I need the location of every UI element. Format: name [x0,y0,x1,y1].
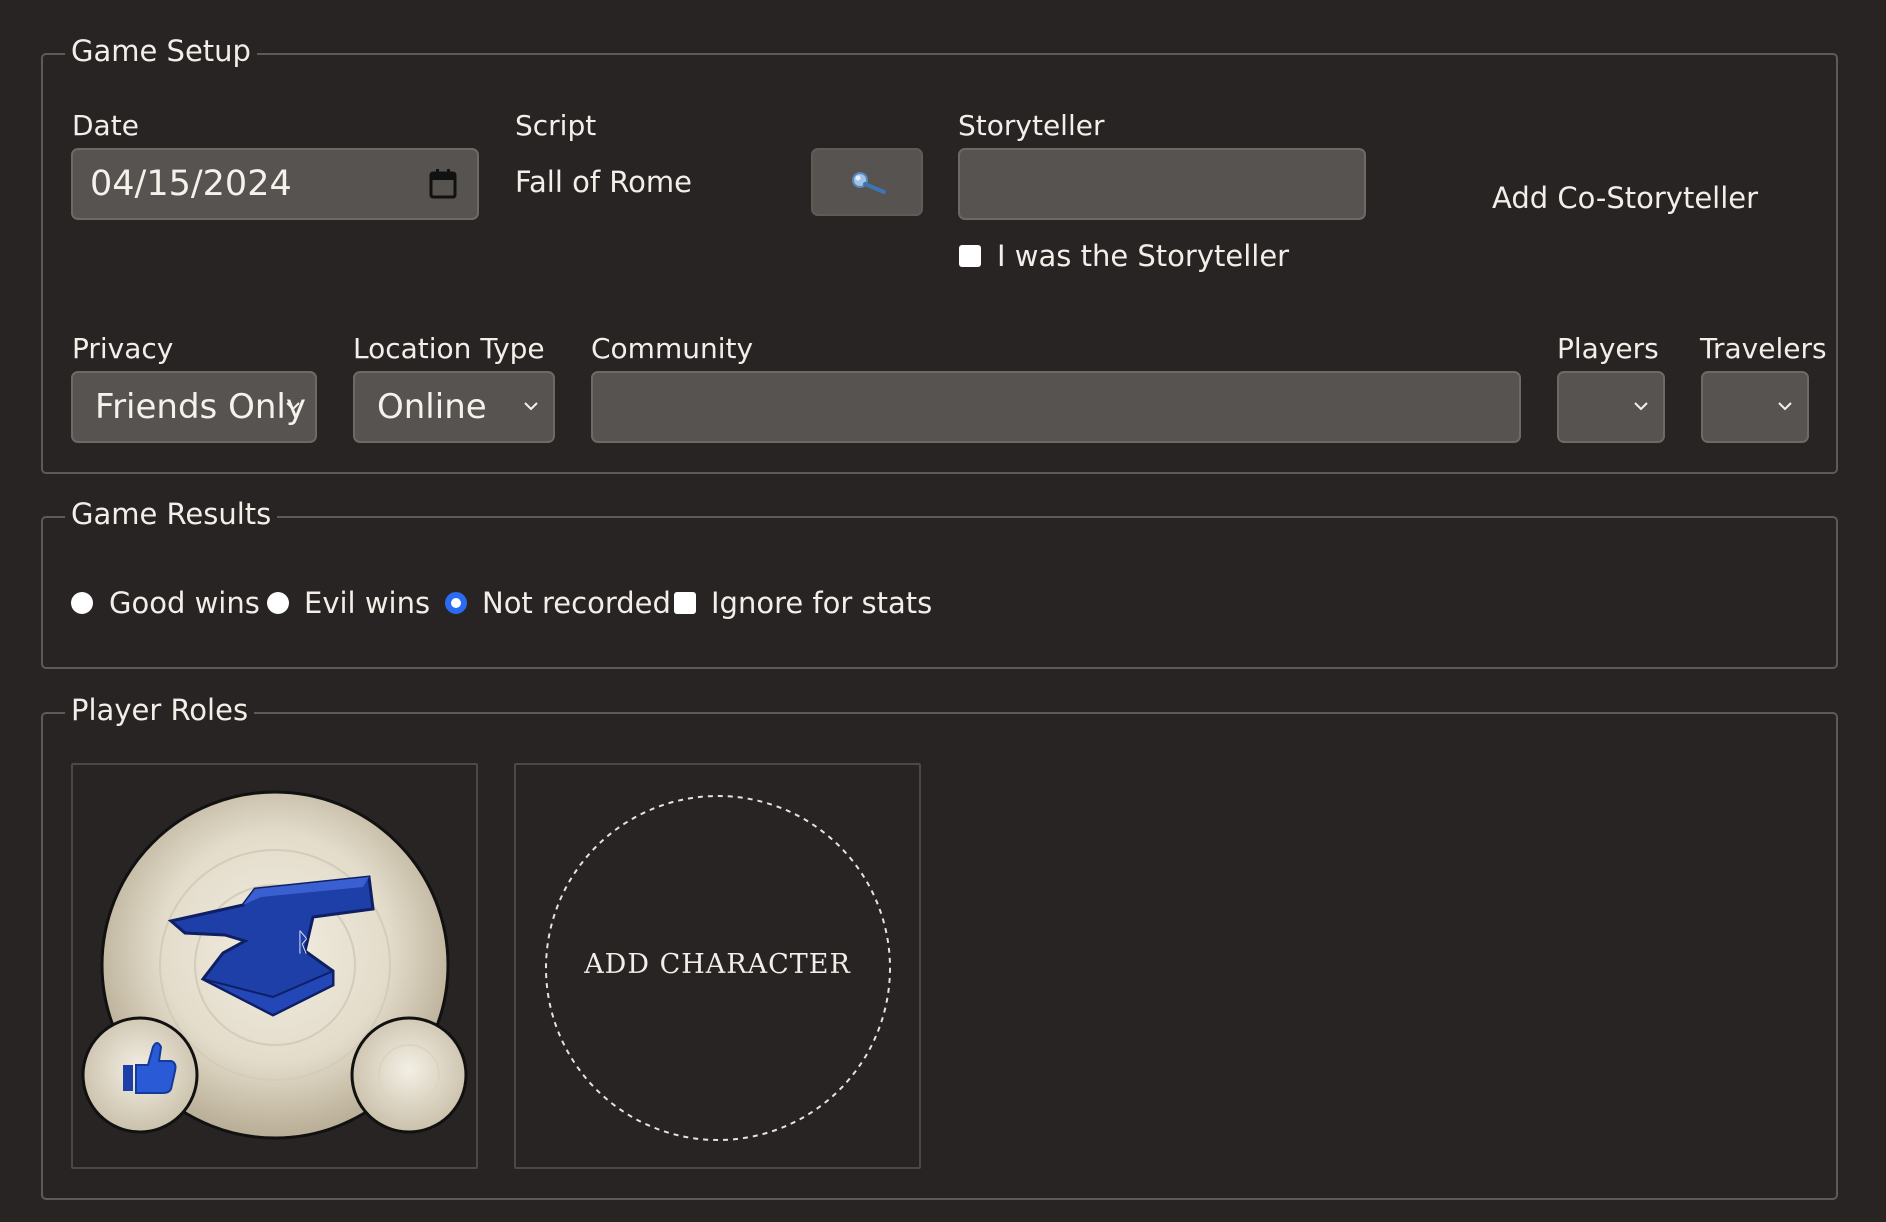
script-search-button[interactable] [811,148,923,216]
good-wins-label: Good wins [109,586,260,620]
chevron-down-icon [1778,402,1792,411]
storyteller-label: Storyteller [958,109,1105,142]
community-label: Community [591,332,754,365]
script-value: Fall of Rome [515,165,692,199]
svg-text:ᚱ: ᚱ [295,928,311,958]
was-storyteller-label: I was the Storyteller [997,239,1290,273]
players-select[interactable] [1557,371,1665,443]
search-icon [852,172,886,194]
travelers-label: Travelers [1700,332,1827,365]
role-token: ᚱ [81,790,468,1140]
location-type-select[interactable]: Online [353,371,555,443]
evil-wins-radio[interactable] [267,592,289,614]
game-setup-legend: Game Setup [65,31,257,71]
privacy-value: Friends Only [95,387,306,427]
chevron-down-icon [1634,402,1648,411]
was-storyteller-checkbox[interactable] [959,245,981,267]
add-co-storyteller-link[interactable]: Add Co-Storyteller [1492,180,1758,216]
ignore-for-stats-label: Ignore for stats [711,586,933,620]
privacy-select[interactable]: Friends Only [71,371,317,443]
add-character-card[interactable]: ADD CHARACTER [514,763,921,1169]
location-type-label: Location Type [353,332,545,365]
good-wins-radio[interactable] [71,592,93,614]
calendar-icon[interactable] [429,169,457,199]
add-character-label: ADD CHARACTER [584,949,851,980]
date-input[interactable]: 04/15/2024 [71,148,479,220]
community-input[interactable] [591,371,1521,443]
date-value: 04/15/2024 [90,164,292,204]
script-label: Script [515,109,597,142]
not-recorded-radio[interactable] [445,592,467,614]
date-label: Date [72,109,139,142]
travelers-select[interactable] [1701,371,1809,443]
evil-wins-label: Evil wins [304,586,431,620]
players-label: Players [1557,332,1659,365]
game-results-legend: Game Results [65,494,278,534]
location-type-value: Online [377,387,487,427]
privacy-label: Privacy [72,332,174,365]
chevron-down-icon [286,402,300,411]
chevron-down-icon [524,402,538,411]
player-role-card[interactable]: ᚱ [71,763,478,1169]
player-roles-legend: Player Roles [65,690,255,730]
not-recorded-label: Not recorded [482,586,671,620]
ignore-for-stats-checkbox[interactable] [674,592,696,614]
storyteller-input[interactable] [958,148,1366,220]
